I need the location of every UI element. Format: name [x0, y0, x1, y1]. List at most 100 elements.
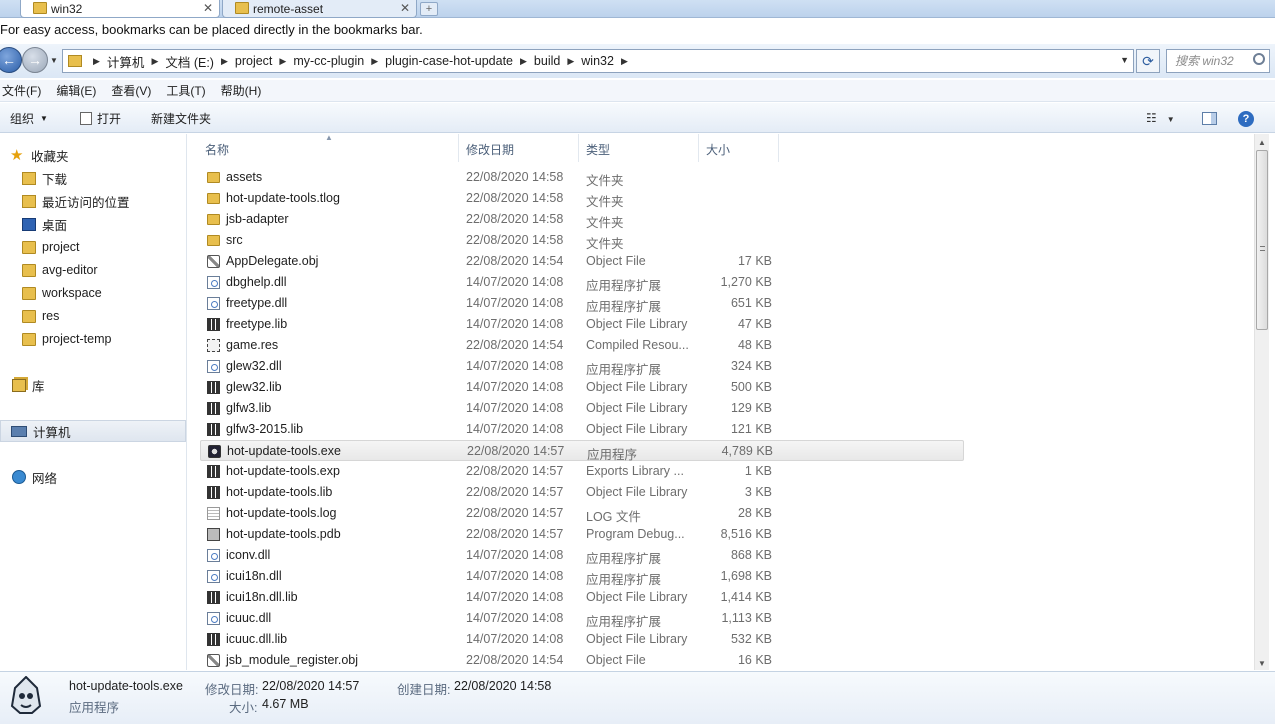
- file-row[interactable]: icui18n.dll.lib 14/07/2020 14:08 Object Fi…: [200, 587, 964, 608]
- file-row[interactable]: dbghelp.dll 14/07/2020 14:08 应用程序扩展 1,270 K…: [200, 272, 964, 293]
- nav-item-recent-places[interactable]: 最近访问的位置: [22, 190, 208, 212]
- chevron-right-icon[interactable]: ▶: [371, 56, 378, 67]
- history-dropdown-icon[interactable]: ▼: [50, 56, 58, 65]
- help-icon[interactable]: ?: [1238, 111, 1254, 127]
- chevron-right-icon[interactable]: ▶: [520, 56, 527, 67]
- crumb-project[interactable]: project: [235, 54, 273, 68]
- file-row[interactable]: assets 22/08/2020 14:58 文件夹: [200, 167, 964, 188]
- file-date: 14/07/2020 14:08: [466, 401, 564, 415]
- file-row[interactable]: icuuc.dll 14/07/2020 14:08 应用程序扩展 1,113 KB: [200, 608, 964, 629]
- file-row[interactable]: src 22/08/2020 14:58 文件夹: [200, 230, 964, 251]
- column-size[interactable]: 大小: [706, 141, 730, 158]
- file-row[interactable]: icui18n.dll 14/07/2020 14:08 应用程序扩展 1,698 K…: [200, 566, 964, 587]
- file-size: 1 KB: [744, 464, 772, 478]
- tab-win32[interactable]: win32 ✕: [20, 0, 220, 18]
- menu-help[interactable]: 帮助(H): [219, 82, 269, 99]
- file-type: 文件夹: [586, 237, 624, 251]
- change-view-button[interactable]: ☷ ▼: [1146, 111, 1175, 125]
- file-type: Object File Library: [586, 380, 688, 394]
- nav-item-desktop[interactable]: 桌面: [22, 213, 208, 235]
- nav-network[interactable]: 网络: [12, 466, 198, 488]
- file-row[interactable]: hot-update-tools.exp 22/08/2020 14:57 Expo…: [200, 461, 964, 482]
- organize-button[interactable]: 组织 ▼: [10, 110, 48, 127]
- nav-label: 计算机: [33, 425, 71, 440]
- address-bar[interactable]: ▶ 计算机 ▶ 文档 (E:) ▶ project ▶ my-cc-plugin…: [62, 49, 1134, 73]
- crumb-computer[interactable]: 计算机: [107, 52, 145, 71]
- scroll-thumb[interactable]: [1256, 150, 1268, 330]
- tab-remote-asset[interactable]: remote-asset ✕: [222, 0, 417, 18]
- address-dropdown-icon[interactable]: ▼: [1120, 55, 1129, 65]
- nav-label: project-temp: [42, 332, 112, 346]
- back-button[interactable]: ←: [0, 47, 22, 73]
- folder-file-icon: [207, 235, 220, 246]
- file-row[interactable]: hot-update-tools.exe 22/08/2020 14:57 应用程序…: [200, 440, 964, 462]
- nav-item-project-temp[interactable]: project-temp: [22, 328, 208, 350]
- crumb-win32[interactable]: win32: [581, 54, 614, 68]
- file-row[interactable]: glfw3-2015.lib 14/07/2020 14:08 Object Fil…: [200, 419, 964, 440]
- file-type: Object File Library: [586, 422, 688, 436]
- chevron-right-icon[interactable]: ▶: [567, 56, 574, 67]
- file-row[interactable]: glfw3.lib 14/07/2020 14:08 Object File Lib…: [200, 398, 964, 419]
- refresh-button[interactable]: ⟳: [1136, 49, 1160, 73]
- file-row[interactable]: freetype.lib 14/07/2020 14:08 Object File …: [200, 314, 964, 335]
- file-row[interactable]: jsb_module_register.obj 22/08/2020 14:54 O…: [200, 650, 964, 671]
- menu-view[interactable]: 查看(V): [109, 82, 158, 99]
- file-row[interactable]: freetype.dll 14/07/2020 14:08 应用程序扩展 651 KB: [200, 293, 964, 314]
- column-divider[interactable]: [458, 134, 459, 162]
- forward-button[interactable]: →: [22, 47, 48, 73]
- column-divider[interactable]: [698, 134, 699, 162]
- chevron-right-icon[interactable]: ▶: [621, 56, 628, 67]
- chevron-right-icon[interactable]: ▶: [93, 56, 100, 67]
- preview-pane-button[interactable]: [1202, 112, 1217, 125]
- vertical-scrollbar[interactable]: ▲ ▼: [1254, 134, 1269, 670]
- new-folder-button[interactable]: 新建文件夹: [151, 110, 211, 127]
- file-row[interactable]: hot-update-tools.log 22/08/2020 14:57 LOG …: [200, 503, 964, 524]
- nav-libraries[interactable]: 库: [12, 374, 198, 396]
- scroll-up-icon[interactable]: ▲: [1258, 138, 1266, 147]
- chevron-right-icon[interactable]: ▶: [221, 56, 228, 67]
- file-row[interactable]: glew32.lib 14/07/2020 14:08 Object File Li…: [200, 377, 964, 398]
- file-row[interactable]: AppDelegate.obj 22/08/2020 14:54 Object Fi…: [200, 251, 964, 272]
- nav-item-downloads[interactable]: 下载: [22, 167, 208, 189]
- open-button[interactable]: 打开: [80, 110, 121, 127]
- file-row[interactable]: hot-update-tools.tlog 22/08/2020 14:58 文件夹: [200, 188, 964, 209]
- menu-edit[interactable]: 编辑(E): [54, 82, 103, 99]
- file-row[interactable]: iconv.dll 14/07/2020 14:08 应用程序扩展 868 KB: [200, 545, 964, 566]
- close-tab-icon[interactable]: ✕: [400, 1, 410, 15]
- file-row[interactable]: hot-update-tools.lib 22/08/2020 14:57 Obje…: [200, 482, 964, 503]
- scroll-down-icon[interactable]: ▼: [1258, 659, 1266, 668]
- file-name: hot-update-tools.exp: [226, 464, 340, 478]
- file-row[interactable]: jsb-adapter 22/08/2020 14:58 文件夹: [200, 209, 964, 230]
- file-row[interactable]: game.res 22/08/2020 14:54 Compiled Resou..…: [200, 335, 964, 356]
- nav-item-avg-editor[interactable]: avg-editor: [22, 259, 208, 281]
- nav-item-workspace[interactable]: workspace: [22, 282, 208, 304]
- menu-tools[interactable]: 工具(T): [164, 82, 212, 99]
- close-tab-icon[interactable]: ✕: [203, 1, 213, 15]
- file-row[interactable]: glew32.dll 14/07/2020 14:08 应用程序扩展 324 KB: [200, 356, 964, 377]
- column-name[interactable]: 名称: [205, 141, 229, 158]
- file-type: 文件夹: [586, 174, 624, 188]
- crumb-my-cc-plugin[interactable]: my-cc-plugin: [293, 54, 364, 68]
- new-tab-button[interactable]: +: [420, 2, 438, 16]
- column-divider[interactable]: [578, 134, 579, 162]
- menu-file[interactable]: 文件(F): [0, 82, 48, 99]
- file-row[interactable]: icuuc.dll.lib 14/07/2020 14:08 Object File…: [200, 629, 964, 650]
- details-filetype: 应用程序: [69, 701, 120, 715]
- file-date: 22/08/2020 14:57: [466, 485, 564, 499]
- crumb-drive-e[interactable]: 文档 (E:): [165, 52, 214, 71]
- column-divider[interactable]: [778, 134, 779, 162]
- search-input[interactable]: 搜索 win32: [1166, 49, 1270, 73]
- column-date[interactable]: 修改日期: [466, 141, 514, 158]
- nav-item-res[interactable]: res: [22, 305, 208, 327]
- file-size: 532 KB: [730, 632, 772, 646]
- crumb-build[interactable]: build: [534, 54, 560, 68]
- file-row[interactable]: hot-update-tools.pdb 22/08/2020 14:57 Prog…: [200, 524, 964, 545]
- chevron-right-icon[interactable]: ▶: [279, 56, 286, 67]
- column-type[interactable]: 类型: [586, 141, 610, 158]
- nav-item-project[interactable]: project: [22, 236, 208, 258]
- nav-computer[interactable]: 计算机: [0, 420, 186, 442]
- nav-favorites[interactable]: ★ 收藏夹: [10, 144, 196, 166]
- chevron-right-icon[interactable]: ▶: [151, 56, 158, 67]
- crumb-plugin-case-hot-update[interactable]: plugin-case-hot-update: [385, 54, 513, 68]
- menu-bar: 文件(F) 编辑(E) 查看(V) 工具(T) 帮助(H): [0, 80, 1275, 102]
